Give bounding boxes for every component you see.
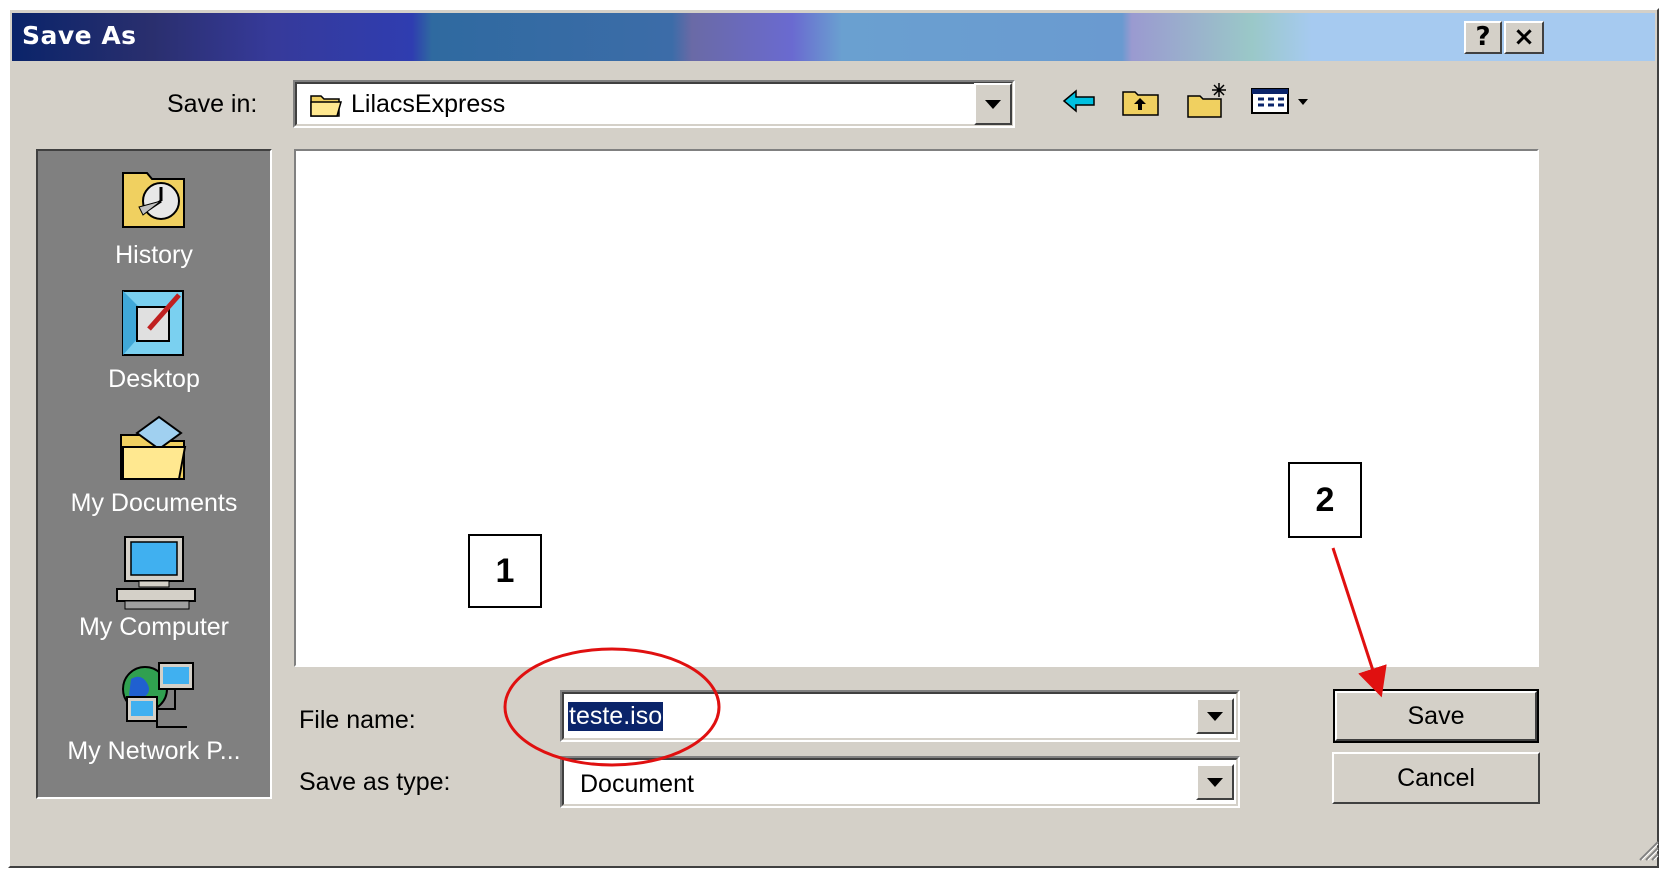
save-as-type-label: Save as type: [299, 768, 451, 796]
file-name-dropdown-button[interactable] [1196, 698, 1234, 734]
place-my-documents[interactable] [38, 413, 270, 488]
place-desktop-label: Desktop [108, 365, 200, 393]
place-history-label: History [115, 241, 193, 269]
up-one-level-icon[interactable] [1120, 86, 1162, 123]
history-icon [109, 172, 199, 237]
file-name-label: File name: [299, 706, 416, 734]
place-my-computer[interactable] [38, 535, 270, 616]
place-my-network-label: My Network P... [67, 737, 241, 765]
my-documents-icon [109, 415, 199, 487]
resize-grip-icon[interactable] [1636, 838, 1660, 867]
place-my-network[interactable] [38, 659, 270, 740]
callout-1: 1 [468, 534, 542, 608]
file-name-input[interactable]: teste.iso [568, 702, 664, 731]
view-menu-icon[interactable] [1250, 86, 1314, 121]
save-in-label: Save in: [167, 90, 258, 118]
save-in-value: LilacsExpress [351, 90, 506, 118]
window-title: Save As [22, 21, 137, 50]
save-as-type-value: Document [580, 770, 694, 798]
save-button[interactable]: Save [1333, 689, 1539, 743]
save-as-type-combo[interactable]: Document [560, 756, 1240, 808]
folder-icon [309, 90, 343, 123]
help-button[interactable]: ? [1464, 21, 1502, 54]
callout-2: 2 [1288, 462, 1362, 538]
save-as-type-dropdown-button[interactable] [1196, 764, 1234, 800]
place-my-documents-label: My Documents [70, 489, 238, 517]
save-in-dropdown-button[interactable] [974, 83, 1012, 125]
file-name-combo[interactable]: teste.iso [560, 690, 1240, 742]
create-new-folder-icon[interactable] [1185, 80, 1231, 125]
place-my-computer-label: My Computer [78, 613, 230, 641]
save-in-combo[interactable]: LilacsExpress [293, 80, 1015, 128]
place-desktop[interactable] [38, 287, 270, 364]
desktop-icon [109, 290, 199, 363]
close-button[interactable]: × [1504, 21, 1544, 54]
place-history[interactable] [38, 163, 270, 238]
title-bar[interactable]: Save As ? × [12, 13, 1655, 61]
back-arrow-icon[interactable] [1060, 86, 1100, 121]
places-bar: History Desktop My Documents My Computer… [36, 149, 272, 799]
cancel-button[interactable]: Cancel [1332, 752, 1540, 804]
